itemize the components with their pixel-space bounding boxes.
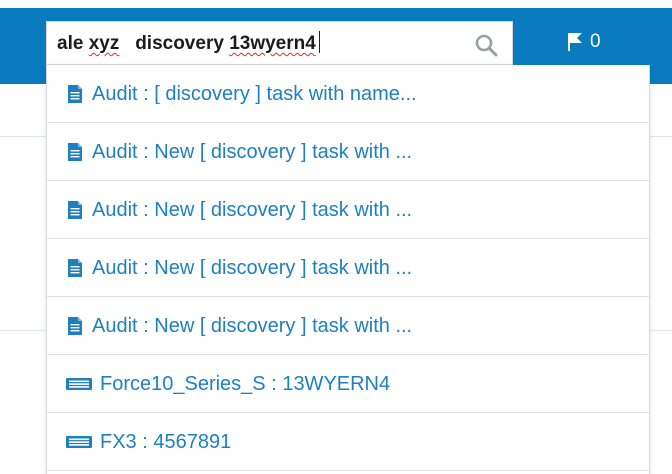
suggestion-label: FX3 : 4567891: [100, 430, 232, 453]
suggestion-item[interactable]: FX3 : 4567891: [47, 413, 649, 471]
document-icon: [66, 142, 84, 162]
suggestion-label: Audit : New [ discovery ] task with ...: [92, 140, 413, 163]
query-word: ale: [57, 33, 84, 54]
suggestion-label: Audit : New [ discovery ] task with ...: [92, 314, 413, 337]
query-word: discovery: [135, 33, 224, 54]
document-icon: [66, 316, 84, 336]
suggestion-label: Audit : New [ discovery ] task with ...: [92, 256, 413, 279]
query-word-misspelled: xyz: [88, 33, 120, 54]
suggestion-item[interactable]: Audit : [ discovery ] task with name...: [47, 65, 649, 123]
search-icon[interactable]: [474, 33, 498, 57]
document-icon: [66, 258, 84, 278]
suggestion-item[interactable]: Audit : New [ discovery ] task with ...: [47, 297, 649, 355]
document-icon: [66, 200, 84, 220]
suggestion-item[interactable]: Force10_Series_S : 13WYERN4: [47, 355, 649, 413]
suggestion-item[interactable]: Audit : New [ discovery ] task with ...: [47, 181, 649, 239]
network-switch-icon: [66, 435, 92, 449]
flag-count: 0: [590, 31, 601, 52]
suggestion-label: Force10_Series_S : 13WYERN4: [100, 372, 391, 395]
page: ale xyz discovery 13wyern4 0 Audit : [ d…: [0, 0, 672, 474]
search-input[interactable]: ale xyz discovery 13wyern4: [57, 22, 321, 66]
suggestion-label: Audit : New [ discovery ] task with ...: [92, 198, 413, 221]
search-suggestions-dropdown: Audit : [ discovery ] task with name... A…: [46, 65, 650, 474]
query-word-misspelled: 13wyern4: [229, 33, 316, 54]
suggestion-label: Audit : [ discovery ] task with name...: [92, 82, 417, 105]
text-cursor: [318, 31, 321, 53]
flag-icon: [568, 33, 582, 51]
search-box[interactable]: ale xyz discovery 13wyern4: [46, 21, 513, 65]
suggestion-item[interactable]: Audit : New [ discovery ] task with ...: [47, 239, 649, 297]
flags-button[interactable]: 0: [566, 27, 601, 57]
document-icon: [66, 84, 84, 104]
suggestion-item[interactable]: Audit : New [ discovery ] task with ...: [47, 123, 649, 181]
network-switch-icon: [66, 377, 92, 391]
